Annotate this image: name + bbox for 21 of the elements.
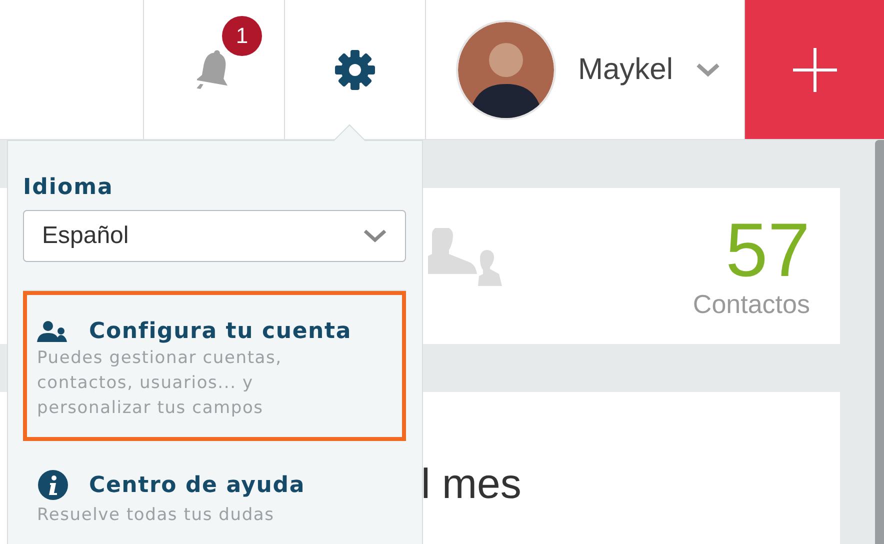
notification-badge: 1	[222, 16, 262, 56]
plus-icon	[792, 46, 838, 92]
contacts-label: Contactos	[692, 288, 810, 320]
menu-item-title: Centro de ayuda	[89, 472, 305, 498]
chevron-down-icon[interactable]	[695, 62, 722, 78]
menu-item[interactable]: Configura tu cuenta Puedes gestionar cuentas, contactos, usuarios... y personalizar tus campos	[23, 291, 406, 441]
card-title: l mes	[421, 460, 522, 507]
info-icon	[37, 469, 69, 501]
menu-item-title: Configura tu cuenta	[89, 319, 352, 344]
language-label: Idioma	[23, 175, 114, 200]
menu-item-description: Resuelve todas tus dudas	[37, 504, 276, 527]
scrollbar[interactable]	[875, 140, 884, 544]
language-select[interactable]: Español	[23, 210, 406, 262]
menu-item[interactable]: Centro de ayuda Resuelve todas tus dudas	[23, 441, 406, 544]
users-icon	[37, 320, 69, 344]
menu-item-description: Puedes gestionar cuentas, contactos, usuarios... y personalizar tus campos	[37, 347, 283, 420]
user-name[interactable]: Maykel	[578, 52, 674, 86]
avatar[interactable]	[456, 20, 556, 120]
settings-icon[interactable]	[334, 48, 376, 90]
contacts-count: 57	[725, 212, 810, 288]
chevron-down-icon	[363, 229, 387, 243]
